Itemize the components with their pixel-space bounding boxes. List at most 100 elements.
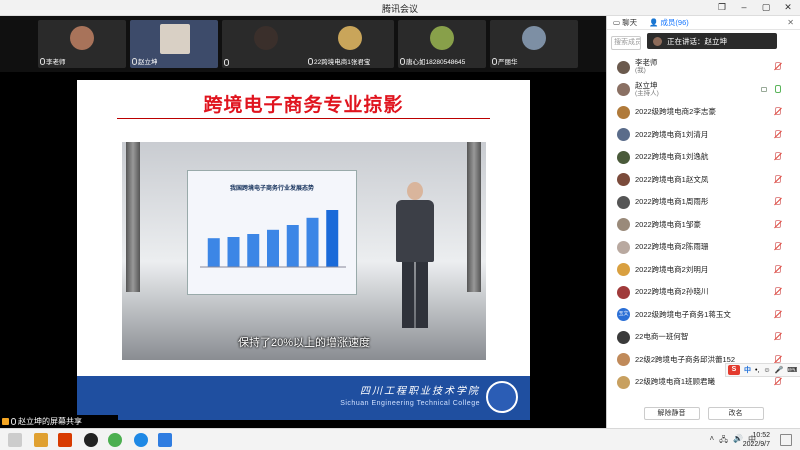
maximize-icon[interactable]: ▢ [758, 1, 774, 14]
chart-bar [306, 217, 319, 267]
keyboard-icon: ⌨ [787, 367, 798, 374]
rename-button[interactable]: 改名 [707, 407, 764, 420]
member-row[interactable]: 2022跨境电商1刘逸航 [607, 146, 800, 169]
notification-icon[interactable] [780, 434, 792, 446]
avatar [617, 195, 630, 209]
member-row[interactable]: 2022跨境电商1邹豪 [607, 214, 800, 237]
member-row[interactable]: 2022跨境电商1周雨彤 [607, 191, 800, 214]
taskbar: ˄ 🖧 🔊 中 10:52 2022/9/7 [0, 428, 800, 450]
chevron-up-icon[interactable]: ˄ [709, 434, 714, 448]
window-title: 腾讯会议 [381, 4, 418, 14]
chart-bar [267, 229, 279, 267]
studio-pillar [467, 142, 481, 292]
tab-chat[interactable]: ▭ 聊天 [607, 16, 643, 29]
member-name: 2022跨境电商1刘逸航 [635, 152, 709, 162]
avatar [617, 150, 630, 164]
office-icon[interactable] [58, 433, 72, 447]
member-name: 2022跨境电商2陈雨珊 [635, 242, 709, 252]
restore-window-icon[interactable]: ❐ [714, 1, 730, 14]
mic-muted-icon[interactable] [773, 174, 781, 184]
avatar [522, 26, 546, 50]
chart-bar [286, 225, 299, 267]
mic-icon [11, 418, 16, 425]
member-name: 2022跨境电商1周雨彤 [635, 197, 709, 207]
mic-muted-icon[interactable] [773, 242, 781, 251]
participant-name: 唐心如18280548645 [406, 59, 466, 66]
mic-muted-icon[interactable] [773, 62, 781, 71]
member-row[interactable]: 赵立坤 (主持人) [607, 79, 800, 102]
member-row[interactable]: 2022跨境电商2陈雨珊 [607, 236, 800, 259]
edge-icon[interactable] [134, 433, 148, 447]
member-row[interactable]: 李老师 (我) [607, 56, 800, 79]
camera-icon[interactable] [761, 86, 767, 92]
unmute-all-button[interactable]: 解除静音 [643, 407, 700, 420]
member-row[interactable]: 2022跨境电商2孙晓川 [607, 281, 800, 304]
divider [117, 118, 490, 119]
speaking-indicator: 正在讲话：赵立坤 [647, 33, 777, 49]
member-row[interactable]: 2022跨境电商2刘明月 [607, 259, 800, 282]
mic-icon [400, 57, 405, 65]
mic-muted-icon[interactable] [773, 219, 781, 229]
punctuation-icon: •, [755, 366, 760, 374]
member-row[interactable]: 玉文 2022级跨境电子商务1蒋玉文 [607, 304, 800, 327]
mic-muted-icon[interactable] [773, 107, 781, 116]
avatar [617, 218, 630, 232]
video-tile[interactable]: 22跨境电商1张君宝 [306, 20, 394, 68]
mic-icon[interactable] [773, 84, 781, 94]
video-tile[interactable]: 李老师 [38, 20, 126, 68]
shared-screen: 跨境电子商务专业掠影 我国跨境电子商务行业发展态势 保持了20%以上的增涨速度 … [0, 72, 606, 434]
avatar [617, 173, 630, 187]
mic-muted-icon[interactable] [773, 152, 781, 161]
file-explorer-icon[interactable] [34, 433, 48, 447]
member-name: 2022跨境电商1邹豪 [635, 219, 701, 229]
minimize-icon[interactable]: – [736, 1, 752, 14]
mic-muted-icon[interactable] [773, 264, 781, 274]
mic-muted-icon[interactable] [773, 129, 781, 139]
video-tile-active[interactable]: 赵立坤 [130, 20, 218, 68]
chart-bar [207, 238, 220, 267]
search-input[interactable]: 搜索成员 [611, 36, 641, 50]
screen-share-indicator[interactable]: 赵立坤的屏幕共享 [0, 415, 118, 428]
member-row[interactable]: 2022级跨境电商2李志豪 [607, 101, 800, 124]
emoji-icon: ☺ [763, 366, 771, 374]
close-icon[interactable]: ✕ [780, 1, 796, 14]
mic-muted-icon[interactable] [773, 287, 781, 296]
mic-muted-icon[interactable] [773, 197, 781, 206]
close-panel-icon[interactable]: ✕ [781, 16, 800, 29]
mic-muted-icon[interactable] [773, 332, 781, 341]
member-row[interactable]: 22电商一班何智 [607, 326, 800, 349]
video-tile[interactable] [222, 20, 310, 68]
member-name: 2022跨境电商1赵文凤 [635, 174, 709, 184]
ime-toolbar[interactable]: S 中 •, ☺ 🎤 ⌨ [725, 363, 800, 377]
avatar [617, 83, 630, 97]
avatar [653, 37, 662, 46]
clock-time: 10:52 [752, 432, 770, 439]
member-row[interactable]: 2022跨境电商1赵文凤 [607, 169, 800, 192]
mic-muted-icon[interactable] [773, 377, 781, 386]
mic-muted-icon[interactable] [773, 309, 781, 319]
avatar [70, 26, 94, 50]
clock-date: 2022/9/7 [742, 441, 770, 448]
tencent-meeting-icon[interactable] [158, 433, 172, 447]
clock[interactable]: 10:52 2022/9/7 [743, 431, 770, 449]
volume-icon[interactable]: 🔊 [733, 434, 743, 448]
video-subtitle: 保持了20%以上的增涨速度 [237, 337, 370, 349]
sogou-icon: S [728, 365, 740, 375]
start-icon[interactable] [8, 433, 22, 447]
member-role: (我) [635, 67, 646, 75]
title-bar: 腾讯会议 ❐ – ▢ ✕ [0, 0, 800, 16]
embedded-video: 我国跨境电子商务行业发展态势 保持了20%以上的增涨速度 [122, 142, 486, 360]
avatar [617, 285, 630, 299]
avatar [254, 26, 278, 50]
video-tile[interactable]: 严丽华 [490, 20, 578, 68]
video-tile[interactable]: 唐心如18280548645 [398, 20, 486, 68]
chrome-icon[interactable] [108, 433, 122, 447]
member-row[interactable]: 2022跨境电商1刘清月 [607, 124, 800, 147]
side-panel: ▭ 聊天 👤 成员(96) ✕ 搜索成员 正在讲话：赵立坤 李老师 (我) 赵立坤(… [606, 16, 800, 428]
avatar [617, 105, 630, 119]
qq-icon[interactable] [84, 433, 98, 447]
mic-icon [40, 57, 45, 65]
tab-members[interactable]: 👤 成员(96) [643, 16, 695, 29]
network-icon[interactable]: 🖧 [719, 434, 728, 448]
member-name: 22级跨境电商1班顾君曦 [635, 377, 716, 387]
